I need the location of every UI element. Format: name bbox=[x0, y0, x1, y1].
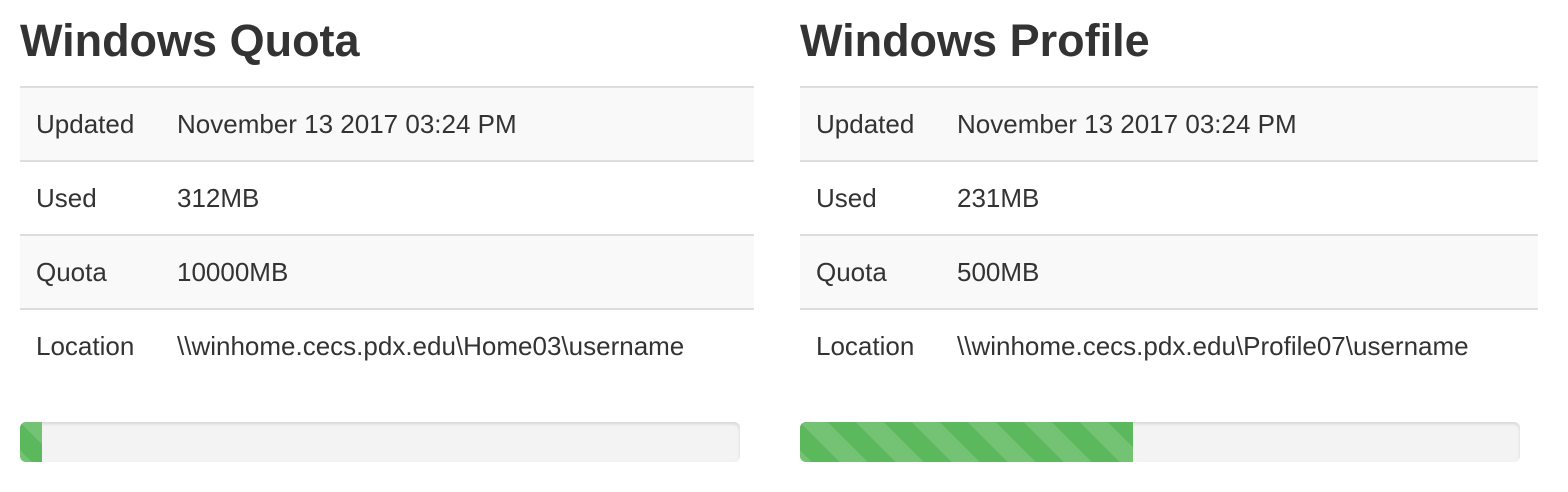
location-value: \\winhome.cecs.pdx.edu\Home03\username bbox=[177, 331, 685, 361]
profile-progress-fill bbox=[800, 422, 1133, 462]
used-label: Used bbox=[20, 161, 161, 236]
profile-panel-title: Windows Profile bbox=[800, 15, 1150, 66]
table-row: Used 312MB bbox=[20, 161, 754, 236]
used-label: Used bbox=[800, 161, 941, 236]
location-value: \\winhome.cecs.pdx.edu\Profile07\usernam… bbox=[957, 331, 1469, 361]
quota-value: 10000MB bbox=[161, 235, 754, 310]
used-value: 231MB bbox=[941, 161, 1538, 236]
location-label: Location bbox=[816, 331, 915, 361]
updated-label: Updated bbox=[20, 87, 161, 162]
table-row: Updated November 13 2017 03:24 PM bbox=[800, 87, 1538, 162]
location-label: Location bbox=[36, 331, 135, 361]
updated-value: November 13 2017 03:24 PM bbox=[161, 87, 754, 162]
profile-progress-bar bbox=[800, 422, 1520, 462]
table-row: Quota 500MB bbox=[800, 235, 1538, 310]
quota-info-table: Updated November 13 2017 03:24 PM Used 3… bbox=[20, 86, 754, 383]
table-row: Location \\winhome.cecs.pdx.edu\Profile0… bbox=[800, 309, 1538, 383]
profile-info-table: Updated November 13 2017 03:24 PM Used 2… bbox=[800, 86, 1538, 383]
updated-label: Updated bbox=[800, 87, 941, 162]
used-value: 312MB bbox=[161, 161, 754, 236]
table-row: Location \\winhome.cecs.pdx.edu\Home03\u… bbox=[20, 309, 754, 383]
quota-value: 500MB bbox=[941, 235, 1538, 310]
table-row: Quota 10000MB bbox=[20, 235, 754, 310]
quota-label: Quota bbox=[20, 235, 161, 310]
quota-progress-fill bbox=[20, 422, 43, 462]
updated-value: November 13 2017 03:24 PM bbox=[941, 87, 1538, 162]
quota-progress-bar bbox=[20, 422, 740, 462]
quota-panel-title: Windows Quota bbox=[20, 15, 360, 66]
quota-label: Quota bbox=[800, 235, 941, 310]
table-row: Used 231MB bbox=[800, 161, 1538, 236]
table-row: Updated November 13 2017 03:24 PM bbox=[20, 87, 754, 162]
